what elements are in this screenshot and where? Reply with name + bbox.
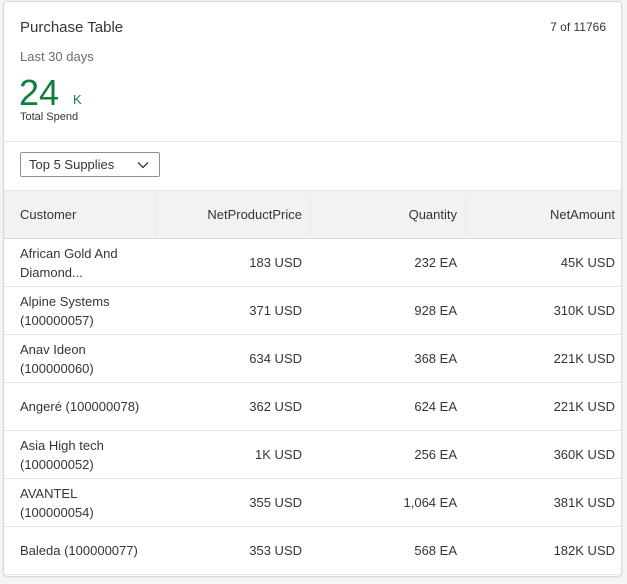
kpi-label: Total Spend [20,111,79,123]
cell-netamount: 221K USD [553,351,615,366]
item-counter: 7 of 11766 [550,20,606,34]
cell-netproductprice: 1K USD [255,447,302,462]
card-title: Purchase Table [20,19,124,36]
table-row[interactable]: Angeré (100000078) 362 USD 624 EA 221K U… [4,383,621,431]
cell-netproductprice: 371 USD [249,303,302,318]
cell-customer: Anav Ideon (100000060) [20,341,94,376]
column-header-customer[interactable]: Customer [4,191,155,239]
cell-netamount: 310K USD [553,303,615,318]
table-row[interactable]: African Gold And Diamond... 183 USD 232 … [4,239,621,287]
cell-netamount: 45K USD [560,255,615,270]
table-row[interactable]: AVANTEL (100000054) 355 USD 1,064 EA 381… [4,479,621,527]
cell-netproductprice: 355 USD [249,495,302,510]
cell-quantity: 1,064 EA [403,495,458,510]
purchase-table-card[interactable]: Purchase Table 7 of 11766 Last 30 days 2… [3,1,622,577]
card-subtitle: Last 30 days [20,49,94,64]
column-header-netproductprice[interactable]: NetProductPrice [155,191,310,239]
cell-quantity: 368 EA [414,351,457,366]
table-row[interactable]: Anav Ideon (100000060) 634 USD 368 EA 22… [4,335,621,383]
cell-netproductprice: 353 USD [249,543,302,558]
cell-netamount: 182K USD [553,543,615,558]
cell-netproductprice: 183 USD [249,255,302,270]
supplies-select-value: Top 5 Supplies [29,157,115,172]
table-row[interactable]: Alpine Systems (100000057) 371 USD 928 E… [4,287,621,335]
purchase-table: Customer NetProductPrice Quantity NetAmo… [4,190,621,575]
kpi: 24 K [19,73,82,113]
cell-quantity: 256 EA [414,447,457,462]
supplies-select[interactable]: Top 5 Supplies [20,152,160,177]
cell-quantity: 568 EA [414,543,457,558]
column-header-netamount[interactable]: NetAmount [465,191,621,239]
cell-customer: Asia High tech (100000052) [20,437,104,472]
cell-customer: Alpine Systems (100000057) [20,293,110,328]
table-row[interactable]: Baleda (100000077) 353 USD 568 EA 182K U… [4,527,621,575]
cell-customer: African Gold And Diamond... [20,245,118,280]
cell-quantity: 624 EA [414,399,457,414]
cell-quantity: 232 EA [414,255,457,270]
table-header-row: Customer NetProductPrice Quantity NetAmo… [4,190,621,239]
cell-netproductprice: 634 USD [249,351,302,366]
cell-customer: Angeré (100000078) [20,399,140,414]
kpi-value: 24 [19,72,60,113]
kpi-unit: K [73,92,82,107]
cell-netproductprice: 362 USD [249,399,302,414]
cell-customer: AVANTEL (100000054) [20,485,94,520]
column-header-quantity[interactable]: Quantity [310,191,465,239]
cell-netamount: 221K USD [553,399,615,414]
filter-area: Top 5 Supplies [4,142,621,190]
cell-netamount: 381K USD [553,495,615,510]
cell-customer: Baleda (100000077) [20,543,138,558]
card-header[interactable]: Purchase Table 7 of 11766 Last 30 days 2… [4,2,621,142]
cell-netamount: 360K USD [553,447,615,462]
table-row[interactable]: Asia High tech (100000052) 1K USD 256 EA… [4,431,621,479]
chevron-down-icon [137,162,149,169]
cell-quantity: 928 EA [414,303,457,318]
